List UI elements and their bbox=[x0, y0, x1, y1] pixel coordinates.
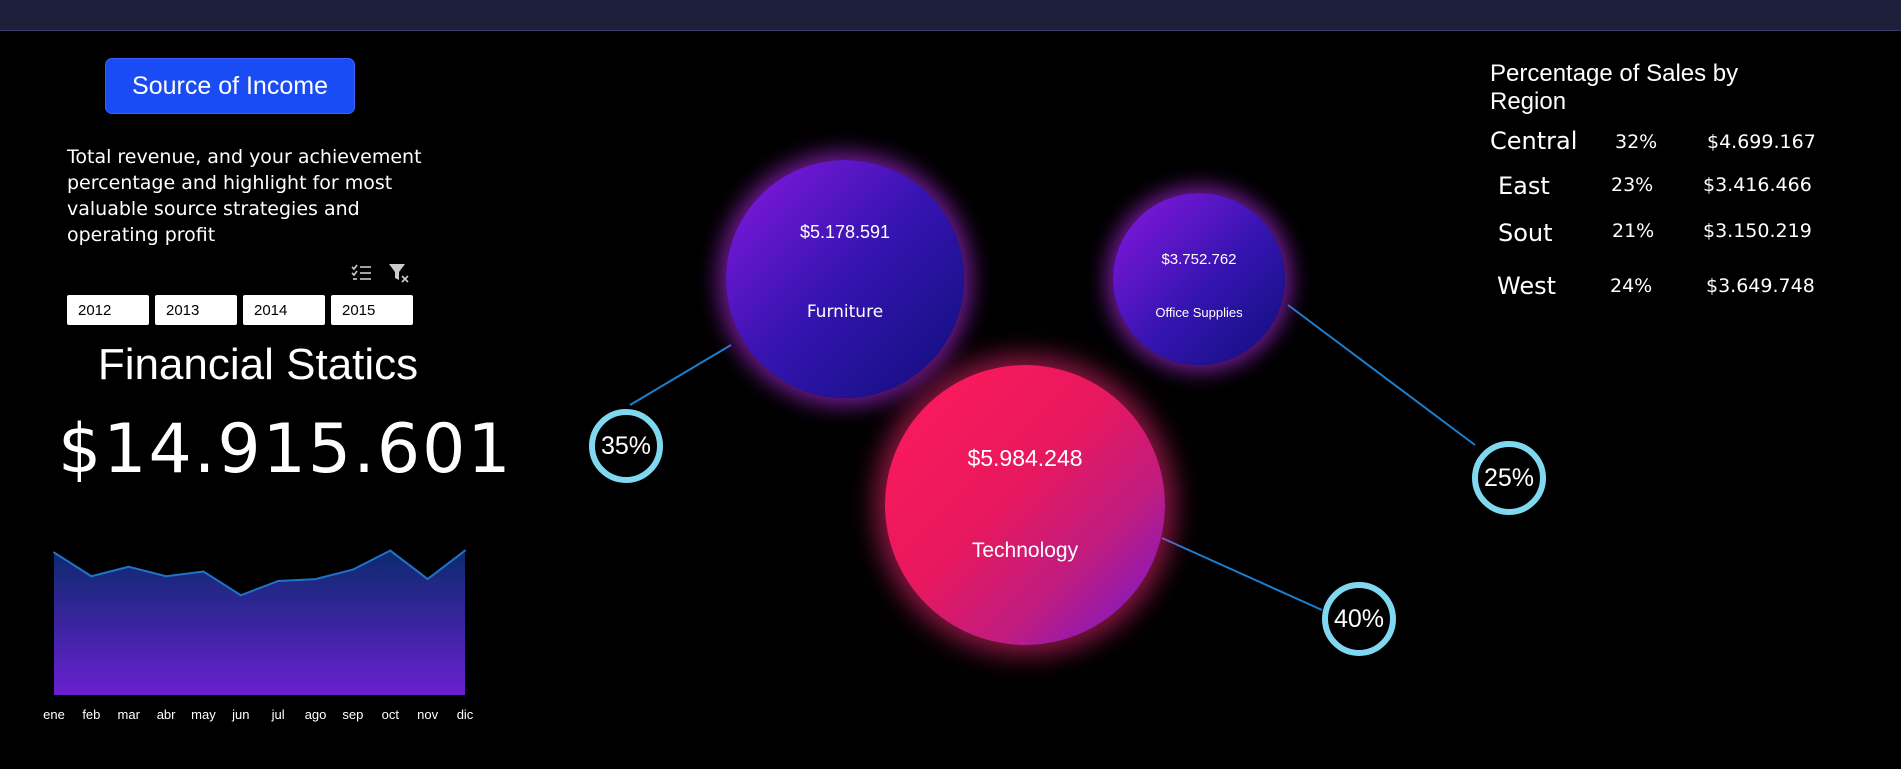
region-pct-sout: 21% bbox=[1612, 220, 1655, 242]
technology-value: $5.984.248 bbox=[967, 445, 1083, 471]
region-value-sout: $3.150.219 bbox=[1703, 220, 1812, 242]
office-supplies-bubble[interactable]: $3.752.762 Office Supplies bbox=[1113, 193, 1285, 365]
region-name-central: Central bbox=[1490, 127, 1578, 155]
region-pct-central: 32% bbox=[1615, 131, 1658, 153]
furniture-connector-line bbox=[629, 344, 732, 406]
region-value-central: $4.699.167 bbox=[1707, 131, 1816, 153]
region-sales-title: Percentage of Sales by Region bbox=[1490, 60, 1739, 115]
region-name-west: West bbox=[1497, 272, 1557, 300]
furniture-value: $5.178.591 bbox=[799, 222, 891, 242]
office-supplies-percent-ring: 25% bbox=[1472, 441, 1546, 515]
region-pct-east: 23% bbox=[1611, 174, 1654, 196]
technology-bubble[interactable]: $5.984.248 Technology bbox=[885, 365, 1165, 645]
region-name-east: East bbox=[1498, 172, 1550, 200]
region-name-sout: Sout bbox=[1498, 219, 1553, 247]
furniture-percent-ring: 35% bbox=[589, 409, 663, 483]
office-supplies-label: Office Supplies bbox=[1155, 305, 1243, 320]
furniture-label: Furniture bbox=[806, 302, 884, 322]
region-pct-west: 24% bbox=[1610, 275, 1653, 297]
technology-percent-ring: 40% bbox=[1322, 582, 1396, 656]
office-connector-line bbox=[1287, 304, 1476, 446]
region-value-west: $3.649.748 bbox=[1706, 275, 1815, 297]
technology-label: Technology bbox=[971, 539, 1079, 562]
region-value-east: $3.416.466 bbox=[1703, 174, 1812, 196]
office-supplies-value: $3.752.762 bbox=[1161, 251, 1237, 268]
furniture-bubble[interactable]: $5.178.591 Furniture bbox=[726, 160, 964, 398]
technology-connector-line bbox=[1161, 537, 1323, 611]
